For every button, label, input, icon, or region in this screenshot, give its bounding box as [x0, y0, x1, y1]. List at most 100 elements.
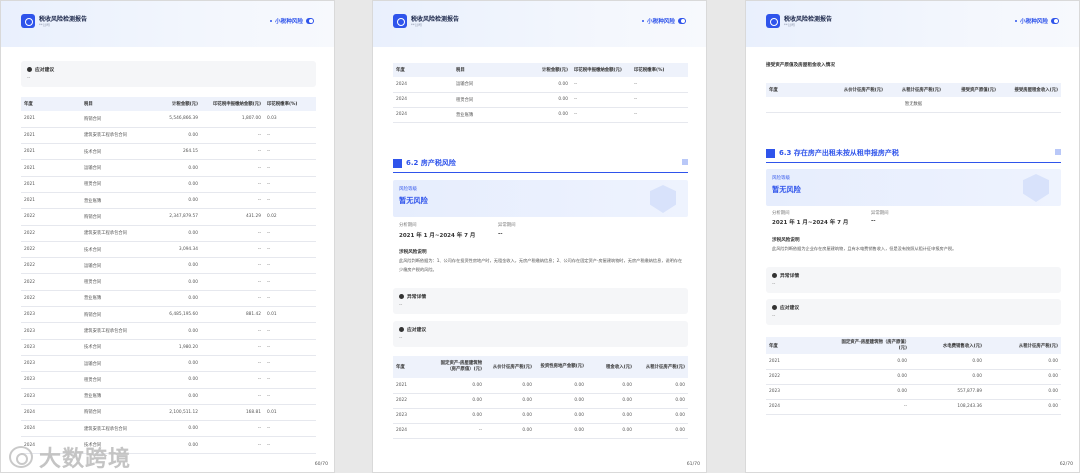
report-title: 税收风险检测报告 [411, 16, 460, 23]
table-cell: 营业账簿 [81, 290, 146, 308]
stamp-tax-table-continued: 年度 税目 计税金额(元) 印花税申报缴纳金额(元) 印花税缴率(%) 2024… [393, 63, 688, 123]
dot-icon [270, 20, 273, 22]
header-category: 小税种风险 [1015, 17, 1059, 25]
table-cell: 购销合同 [81, 111, 146, 128]
table-cell: 0.00 [535, 423, 587, 439]
table-cell: -- [264, 388, 316, 405]
table-cell: -- [201, 143, 264, 161]
question-circle-icon [399, 294, 404, 299]
risk-level-value: 暂无风险 [772, 185, 801, 194]
col-header: 印花税申报缴纳金额(元) [201, 97, 264, 111]
table-row: 2022 购销合同 2,347,879.57 431.29 0.02 [21, 208, 316, 226]
table-cell: 0.00 [635, 423, 688, 439]
table-cell: 0.00 [910, 354, 985, 370]
table-cell: 0.00 [511, 107, 571, 123]
table-cell: 2021 [21, 192, 81, 210]
col-header: 从价计征房产税(元) [826, 83, 886, 97]
table-row: 2024 运输合同 0.00 -- -- [393, 77, 688, 93]
table-row: 2024 -- 0.00 0.00 0.00 0.00 [393, 423, 688, 439]
table-cell: 购销合同 [81, 306, 146, 324]
table-cell: 2023 [21, 355, 81, 373]
table-cell: 0.00 [535, 393, 587, 409]
advice-title: 应对建议 [35, 68, 55, 73]
anomaly-period-label: 异常期间 [498, 223, 516, 228]
header-category-label: 小税种风险 [1020, 19, 1048, 25]
col-header: 年度 [393, 356, 433, 378]
table-row: 2022 0.00 0.00 0.00 [766, 369, 1061, 385]
table-cell: 6,485,195.60 [146, 306, 201, 324]
table-cell: 0.00 [587, 423, 635, 439]
table-cell: 2021 [766, 354, 838, 370]
table-row: 2024 建筑安装工程承包合同 0.00 -- -- [21, 420, 316, 438]
table-cell: 264.15 [146, 143, 201, 161]
table-row: 2023 建筑安装工程承包合同 0.00 -- -- [21, 322, 316, 340]
dot-icon [1015, 20, 1018, 22]
table-cell: -- [264, 127, 316, 145]
table-cell: 0.00 [838, 369, 910, 385]
header-category-label: 小税种风险 [647, 19, 675, 25]
table-cell: -- [264, 176, 316, 193]
col-header: 印花税申报缴纳金额(元) [571, 63, 631, 77]
table-cell: -- [201, 436, 264, 454]
table-cell: -- [264, 143, 316, 161]
table-cell: 2024 [766, 399, 838, 415]
table-cell: 0.00 [985, 354, 1061, 370]
table-cell: 购销合同 [81, 208, 146, 226]
table-cell: 运输合同 [81, 257, 146, 275]
table-cell: 0.00 [146, 371, 201, 389]
table-cell: 0.00 [587, 378, 635, 394]
col-header: 投资性房地产金额(元) [535, 356, 587, 378]
table-row: 2022 建筑安装工程承包合同 0.00 -- -- [21, 225, 316, 242]
report-page-60: 税收风险检测报告 **公司 小税种风险 应对建议 -- 年度 税目 计税金额(元… [0, 0, 335, 473]
table-cell: 2023 [21, 371, 81, 389]
watermark-text: 大数跨境 [39, 447, 132, 472]
table-cell: 2024 [393, 77, 453, 93]
table-cell: 0.00 [146, 225, 201, 242]
stamp-tax-table: 年度 税目 计税金额(元) 印花税申报缴纳金额(元) 印花税缴率(%) 2021… [21, 97, 316, 454]
table-row: 2023 租赁合同 0.00 -- -- [21, 371, 316, 389]
table-cell: 营业账簿 [81, 388, 146, 405]
col-header: 计税金额(元) [511, 63, 571, 77]
page-header: 税收风险检测报告 **公司 小税种风险 [373, 1, 706, 47]
detail-value: -- [772, 282, 776, 287]
table-cell: 2022 [393, 393, 433, 409]
table-cell: 0.00 [587, 393, 635, 409]
table-cell: 1,980.20 [146, 339, 201, 356]
table-cell: 技术合同 [81, 143, 146, 161]
table-cell: 431.29 [201, 208, 264, 226]
col-header: 从租计征房产税(元) [635, 356, 688, 378]
table-cell: -- [264, 273, 316, 291]
table-row: 2021 租赁合同 0.00 -- -- [21, 176, 316, 193]
col-header: 年度 [766, 83, 826, 97]
col-header: 年度 [393, 63, 453, 77]
table-row: 2022 0.00 0.00 0.00 0.00 0.00 [393, 393, 688, 409]
table-cell: -- [201, 322, 264, 340]
col-header: 税目 [81, 97, 146, 111]
table-cell: 0.00 [146, 257, 201, 275]
table-cell: 0.00 [635, 378, 688, 394]
table-cell: -- [264, 241, 316, 259]
page-header: 税收风险检测报告 **公司 小税种风险 [1, 1, 334, 47]
table-row: 2024 购销合同 2,100,511.12 168.81 0.01 [21, 404, 316, 422]
period-value: 2021 年 1 月~2024 年 7 月 [399, 233, 476, 239]
table-cell: -- [264, 322, 316, 340]
table-row: 2021 0.00 0.00 0.00 0.00 0.00 [393, 378, 688, 394]
table-cell: 运输合同 [81, 355, 146, 373]
company-name: **公司 [39, 23, 50, 27]
watermark: 大数跨境 [9, 441, 132, 472]
company-name: **公司 [411, 23, 422, 27]
table-cell: -- [201, 273, 264, 291]
period-label: 分析期间 [772, 211, 790, 216]
col-header: 租金收入(元) [587, 356, 635, 378]
table-cell: -- [264, 225, 316, 242]
table-cell: 0.00 [146, 420, 201, 438]
table-cell: 建筑安装工程承包合同 [81, 420, 146, 438]
table-row: 2021 技术合同 264.15 -- -- [21, 143, 316, 161]
table-cell: 0.00 [146, 322, 201, 340]
table-cell: 2023 [766, 384, 838, 400]
table-cell: -- [631, 77, 688, 93]
table-title: 接受资产原值及房屋租金收入情况 [766, 63, 835, 68]
table-row: 2023 0.00 0.00 0.00 0.00 0.00 [393, 408, 688, 424]
table-row: 2022 运输合同 0.00 -- -- [21, 257, 316, 275]
table-cell: 0.00 [985, 369, 1061, 385]
